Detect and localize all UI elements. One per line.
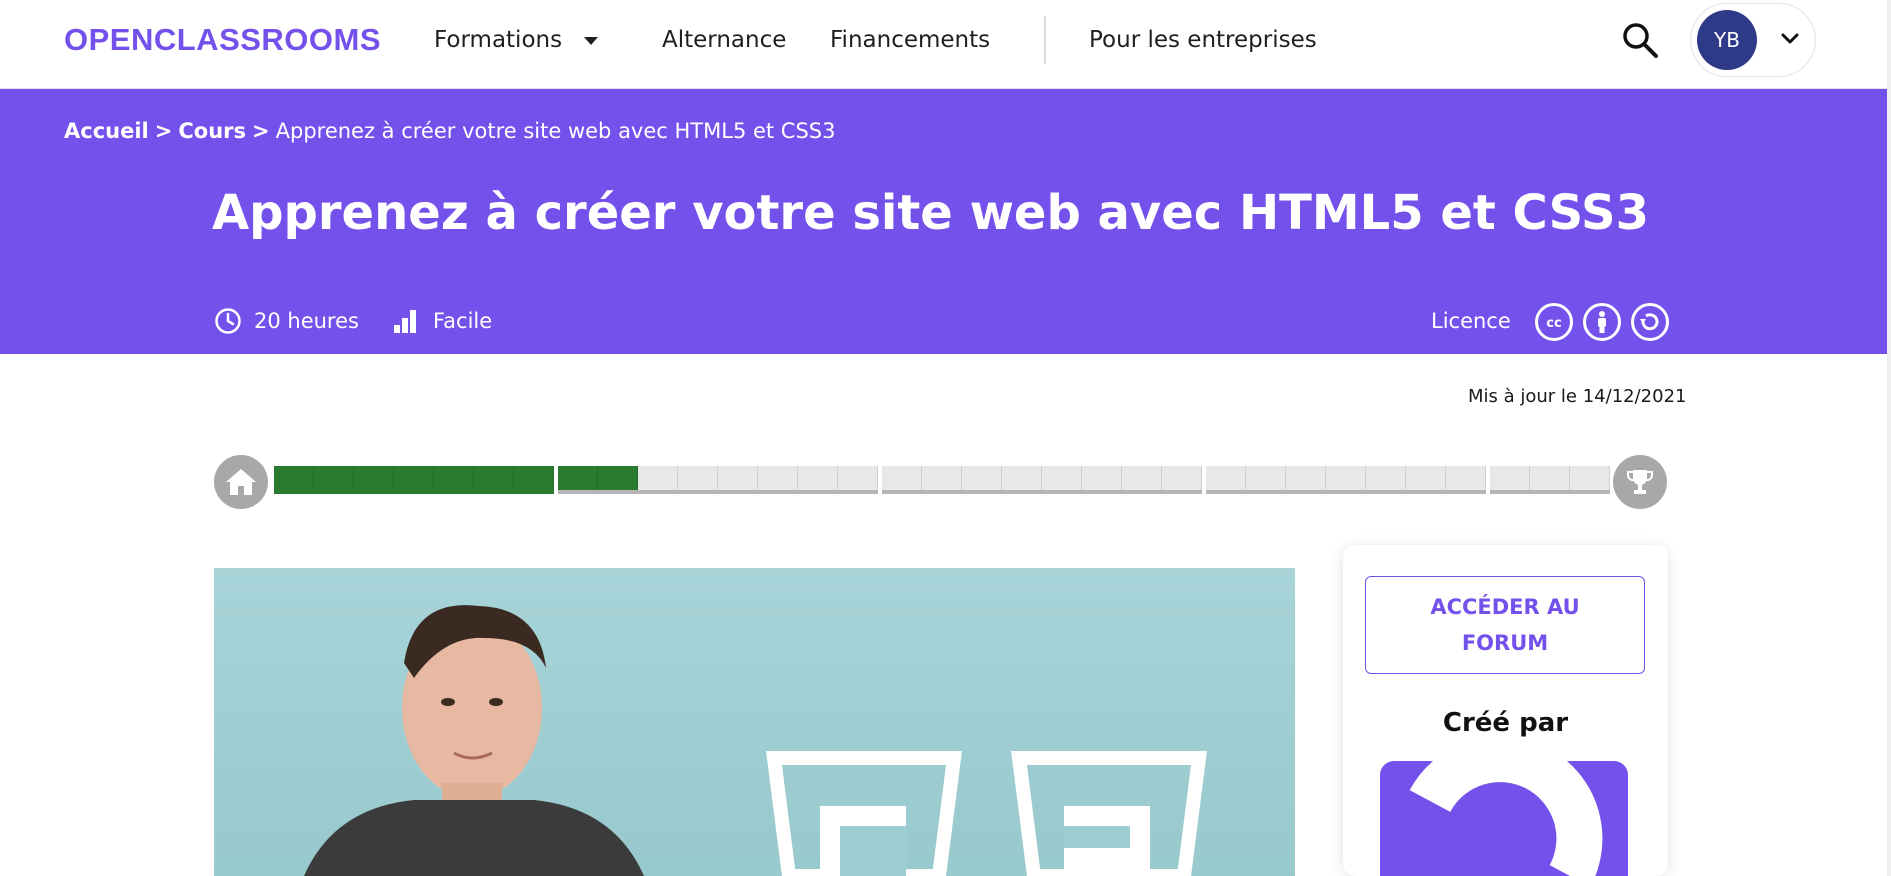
progress-chapter-segment[interactable] xyxy=(1446,466,1486,490)
progress-chapter-segment[interactable] xyxy=(514,466,554,490)
home-icon xyxy=(226,469,256,495)
progress-chapter-segment[interactable] xyxy=(1530,466,1570,490)
progress-chapter-segment[interactable] xyxy=(1570,466,1610,490)
duration-text: 20 heures xyxy=(254,309,359,333)
nav-divider xyxy=(1044,16,1046,64)
created-by-heading: Créé par xyxy=(1442,708,1569,738)
breadcrumb-separator: > xyxy=(252,119,270,143)
progress-chapter-segment[interactable] xyxy=(394,466,434,490)
progress-part-2[interactable] xyxy=(558,466,878,494)
progress-chapter-segment[interactable] xyxy=(1406,466,1446,490)
author-logo[interactable] xyxy=(1380,761,1628,876)
cc-icon[interactable]: cc xyxy=(1535,303,1573,341)
course-duration: 20 heures xyxy=(214,307,359,335)
page-scrollbar[interactable] xyxy=(1887,0,1891,876)
level-text: Facile xyxy=(433,309,493,333)
progress-chapter-segment[interactable] xyxy=(922,466,962,490)
progress-chapter-segment[interactable] xyxy=(1082,466,1122,490)
progress-chapter-segment[interactable] xyxy=(798,466,838,490)
progress-chapter-segment[interactable] xyxy=(1490,466,1530,490)
progress-chapter-segment[interactable] xyxy=(1002,466,1042,490)
nav-formations-label: Formations xyxy=(434,27,563,53)
breadcrumb-current: Apprenez à créer votre site web avec HTM… xyxy=(275,119,836,143)
nav-entreprises[interactable]: Pour les entreprises xyxy=(1089,24,1317,56)
progress-part-1[interactable] xyxy=(274,466,554,494)
nav-financements[interactable]: Financements xyxy=(830,24,990,56)
progress-chapter-segment[interactable] xyxy=(718,466,758,490)
course-end-button[interactable] xyxy=(1613,455,1667,509)
progress-chapter-segment[interactable] xyxy=(1122,466,1162,490)
sa-icon[interactable] xyxy=(1631,303,1669,341)
progress-chapter-segment[interactable] xyxy=(1286,466,1326,490)
top-navbar: OPENCLASSROOMS Formations Alternance Fin… xyxy=(0,0,1891,89)
openclassrooms-author-icon xyxy=(1409,761,1603,876)
clock-icon xyxy=(215,308,241,334)
progress-chapter-segment[interactable] xyxy=(678,466,718,490)
progress-chapter-segment[interactable] xyxy=(314,466,354,490)
chevron-down-icon xyxy=(1781,33,1799,44)
course-home-button[interactable] xyxy=(214,455,268,509)
progress-chapter-segment[interactable] xyxy=(434,466,474,490)
course-level: Facile xyxy=(393,307,492,335)
forum-button[interactable]: ACCÉDER AU FORUM xyxy=(1365,576,1645,674)
breadcrumb-home[interactable]: Accueil xyxy=(64,119,149,143)
by-icon[interactable] xyxy=(1583,303,1621,341)
progress-chapter-segment[interactable] xyxy=(274,466,314,490)
progress-chapter-segment[interactable] xyxy=(354,466,394,490)
progress-part-4[interactable] xyxy=(1206,466,1486,494)
caret-down-icon xyxy=(584,36,599,45)
progress-chapter-segment[interactable] xyxy=(1326,466,1366,490)
difficulty-bars-icon xyxy=(394,310,416,333)
progress-chapter-segment[interactable] xyxy=(1246,466,1286,490)
progress-chapter-segment[interactable] xyxy=(838,466,878,490)
course-sidebar: ACCÉDER AU FORUM Créé par xyxy=(1343,545,1668,876)
course-cover-image xyxy=(214,568,1295,876)
progress-chapter-segment[interactable] xyxy=(1162,466,1202,490)
breadcrumb-separator: > xyxy=(154,119,173,143)
progress-chapter-segment[interactable] xyxy=(758,466,798,490)
course-banner: Accueil > Cours > Apprenez à créer votre sit… xyxy=(0,89,1887,354)
progress-chapter-segment[interactable] xyxy=(1206,466,1246,490)
progress-part-3[interactable] xyxy=(882,466,1202,494)
last-updated: Mis à jour le 14/12/2021 xyxy=(1468,386,1687,407)
progress-chapter-segment[interactable] xyxy=(1042,466,1082,490)
instructor-illustration xyxy=(304,605,1207,876)
svg-text:cc: cc xyxy=(1546,316,1561,331)
avatar: YB xyxy=(1697,10,1757,70)
licence-label: Licence xyxy=(1431,309,1511,333)
progress-chapter-segment[interactable] xyxy=(598,466,638,490)
search-icon[interactable] xyxy=(1620,20,1660,60)
progress-chapter-segment[interactable] xyxy=(474,466,514,490)
course-title: Apprenez à créer votre site web avec HTM… xyxy=(212,185,1650,241)
openclassrooms-logo[interactable]: OPENCLASSROOMS xyxy=(64,20,381,60)
progress-chapter-segment[interactable] xyxy=(1366,466,1406,490)
nav-formations[interactable]: Formations xyxy=(434,24,599,56)
progress-part-5[interactable] xyxy=(1490,466,1610,494)
progress-chapter-segment[interactable] xyxy=(882,466,922,490)
breadcrumb-courses[interactable]: Cours xyxy=(178,119,246,143)
trophy-icon xyxy=(1627,470,1653,494)
progress-chapter-segment[interactable] xyxy=(638,466,678,490)
breadcrumb: Accueil > Cours > Apprenez à créer votre sit… xyxy=(64,117,836,145)
nav-alternance[interactable]: Alternance xyxy=(662,24,786,56)
account-menu-button[interactable]: YB xyxy=(1690,3,1816,77)
progress-chapter-segment[interactable] xyxy=(558,466,598,490)
progress-chapter-segment[interactable] xyxy=(962,466,1002,490)
